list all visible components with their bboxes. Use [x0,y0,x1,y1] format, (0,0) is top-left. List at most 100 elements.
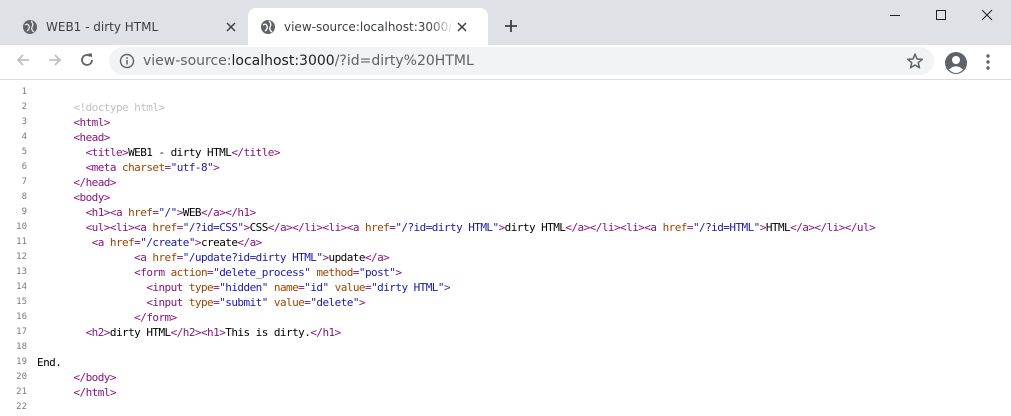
attribute-token: value [273,296,305,309]
text-token: This is dirty. [225,326,311,339]
close-icon [981,6,993,25]
value-token[interactable]: "/" [158,206,177,219]
minimize-button[interactable] [872,0,918,30]
tag-token: <a [134,251,153,264]
tag-token: <html> [37,116,110,129]
close-window-button[interactable] [964,0,1010,30]
tag-token: > [395,266,402,279]
source-line: 20 </body> [0,370,1011,385]
source-line: 2 <!doctype html> [0,100,1011,115]
source-line: 13 <form action="delete_process" method=… [0,265,1011,280]
line-number: 11 [16,237,27,247]
text-token: WEB1 - dirty HTML [128,146,232,159]
line-number: 6 [21,162,27,172]
line-code: End. [37,355,62,370]
line-number: 8 [21,192,27,202]
tag-token: <body> [37,191,110,204]
tag-token: </html> [37,386,116,399]
address-bar[interactable]: view-source:localhost:3000/?id=dirty%20H… [109,47,934,75]
value-token: "/?id=HTML" [692,221,760,234]
source-line: 3 <html> [0,115,1011,130]
line-code: <!doctype html> [37,100,165,115]
account-icon[interactable] [943,50,969,76]
line-number: 20 [16,372,27,382]
forward-button[interactable] [40,47,70,77]
line-number: 13 [16,267,27,277]
tag-token: > [213,161,220,174]
source-line: 17 <h2>dirty HTML</h2><h1>This is dirty.… [0,325,1011,340]
source-line: 4 <head> [0,130,1011,145]
tab-title: WEB1 - dirty HTML [46,19,159,34]
back-arrow-icon [15,52,31,72]
tag-token: <ul><li><a [37,221,153,234]
tag-token: </a></li></ul> [790,221,876,234]
line-code: <h2>dirty HTML</h2><h1>This is dirty.</h… [37,325,342,340]
tag-token: <h2> [85,326,111,339]
line-code: <form action="delete_process" method="po… [37,265,402,280]
info-icon[interactable] [119,53,135,69]
source-line: 18 [0,340,1011,355]
attribute-token: href [128,206,153,219]
tab-web1[interactable]: WEB1 - dirty HTML [0,8,249,45]
source-line: 14 <input type="hidden" name="id" value=… [0,280,1011,295]
source-line: 21 </html> [0,385,1011,400]
maximize-button[interactable] [918,0,964,30]
source-view: 12 <!doctype html> 3 <html> 4 <head> 5 <tit… [0,80,1011,416]
source-line: 1 [0,85,1011,100]
minimize-icon [889,6,901,25]
source-line: 8 <body> [0,190,1011,205]
value-token: "post" [358,266,396,279]
url-text: view-source:localhost:3000/?id=dirty%20H… [143,53,474,69]
text-token: HTML [765,221,791,234]
tab-title: view-source:localhost:3000/?id=dirty%20H… [284,19,454,34]
value-token: "utf-8" [170,161,214,174]
line-number: 15 [16,297,27,307]
globe-icon [260,19,276,35]
tab-strip: WEB1 - dirty HTML view-source:localhost:… [0,0,1011,45]
line-number: 21 [16,387,27,397]
value-token: "delete" [310,296,359,309]
line-code: <body> [37,190,110,205]
source-line: 15 <input type="submit" value="delete"> [0,295,1011,310]
tag-token: <a [91,236,110,249]
line-number: 16 [16,312,27,322]
tag-token: </title> [231,146,280,159]
tag-token: <h1><a [37,206,129,219]
value-token: "delete_process" [213,266,311,279]
line-code: <a href="/update?id=dirty HTML">update</… [37,250,390,265]
line-code: <input type="submit" value="delete"> [37,295,365,310]
line-number: 7 [21,177,27,187]
back-button[interactable] [8,47,38,77]
line-code: <a href="/create">create</a> [37,235,263,250]
attribute-token: method [316,266,353,279]
tag-token: </a> [364,251,390,264]
line-code: <h1><a href="/">WEB</a></h1> [37,205,257,220]
new-tab-button[interactable] [498,14,524,40]
value-token: "/update?id=dirty HTML" [182,251,323,264]
attribute-token: href [109,236,135,249]
line-code: </form> [37,310,177,325]
forward-arrow-icon [47,52,63,72]
line-code: <head> [37,130,110,145]
star-icon[interactable] [906,52,924,70]
close-icon[interactable] [454,19,470,35]
more-vert-icon[interactable] [978,51,998,73]
tag-token: > [358,296,366,309]
close-icon[interactable] [223,19,239,35]
source-line: 7 </head> [0,175,1011,190]
url-prefix: view-source: [143,53,232,69]
tab-view-source[interactable]: view-source:localhost:3000/?id=dirty%20H… [248,8,488,45]
text-token: create [200,236,238,249]
text-token: End. [37,356,62,369]
tag-token: <meta [37,161,123,174]
reload-button[interactable] [72,47,102,77]
tag-token: </body> [37,371,116,384]
value-token: "/?id=CSS" [182,221,244,234]
attribute-token: type [188,281,214,294]
url-host: localhost:3000 [231,53,335,69]
